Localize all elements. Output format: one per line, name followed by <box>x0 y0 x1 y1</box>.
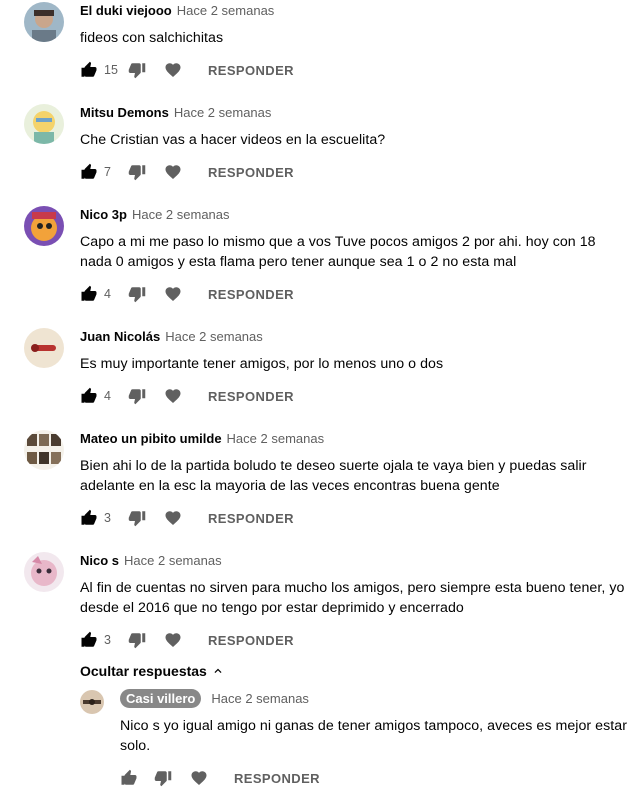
comment-text: Nico s yo igual amigo ni ganas de tener … <box>120 718 627 754</box>
comment-text: Che Cristian vas a hacer videos en la es… <box>80 132 386 148</box>
thumbs-up-icon[interactable] <box>80 61 98 79</box>
like-count: 15 <box>104 63 118 77</box>
comment-text: Bien ahi lo de la partida boludo te dese… <box>80 458 587 494</box>
reply-button[interactable]: RESPONDER <box>208 389 294 404</box>
thumbs-up-icon[interactable] <box>80 631 98 649</box>
thumbs-up-icon[interactable] <box>80 285 98 303</box>
avatar[interactable] <box>24 104 64 144</box>
heart-icon[interactable] <box>164 285 182 303</box>
thumbs-down-icon[interactable] <box>128 509 146 527</box>
avatar[interactable] <box>24 2 64 42</box>
like-count: 7 <box>104 165 111 179</box>
reply-button[interactable]: RESPONDER <box>208 63 294 78</box>
author-name[interactable]: Mitsu Demons <box>80 105 169 120</box>
comment-timestamp[interactable]: Hace 2 semanas <box>124 553 222 568</box>
author-name[interactable]: Mateo un pibito umilde <box>80 431 222 446</box>
comment-text: Capo a mi me paso lo mismo que a vos Tuv… <box>80 234 596 270</box>
heart-icon[interactable] <box>164 509 182 527</box>
author-badge[interactable]: Casi villero <box>120 689 202 708</box>
author-name[interactable]: Nico s <box>80 553 119 568</box>
comment-timestamp[interactable]: Hace 2 semanas <box>165 329 263 344</box>
thumbs-down-icon[interactable] <box>128 631 146 649</box>
reply-button[interactable]: RESPONDER <box>234 771 320 786</box>
avatar[interactable] <box>80 690 104 714</box>
thumbs-up-icon[interactable] <box>120 769 138 787</box>
thumbs-down-icon[interactable] <box>128 387 146 405</box>
comment-timestamp[interactable]: Hace 2 semanas <box>174 105 272 120</box>
thumbs-up-icon[interactable] <box>80 387 98 405</box>
thumbs-down-icon[interactable] <box>128 61 146 79</box>
like-count: 3 <box>104 633 111 647</box>
reply-button[interactable]: RESPONDER <box>208 165 294 180</box>
comment-timestamp[interactable]: Hace 2 semanas <box>132 207 230 222</box>
heart-icon[interactable] <box>164 61 182 79</box>
thumbs-up-icon[interactable] <box>80 509 98 527</box>
comment-timestamp[interactable]: Hace 2 semanas <box>211 691 309 706</box>
avatar[interactable] <box>24 552 64 592</box>
like-count: 4 <box>104 287 111 301</box>
comment-timestamp[interactable]: Hace 2 semanas <box>177 3 275 18</box>
chevron-up-icon <box>211 664 225 678</box>
heart-icon[interactable] <box>164 163 182 181</box>
heart-icon[interactable] <box>164 387 182 405</box>
comment-text: fideos con salchichitas <box>80 30 224 46</box>
heart-icon[interactable] <box>164 631 182 649</box>
avatar[interactable] <box>24 206 64 246</box>
comment-text: Es muy importante tener amigos, por lo m… <box>80 356 444 372</box>
comment-text: Al fin de cuentas no sirven para mucho l… <box>80 580 625 616</box>
thumbs-down-icon[interactable] <box>128 285 146 303</box>
hide-replies-label: Ocultar respuestas <box>80 663 207 679</box>
thumbs-up-icon[interactable] <box>80 163 98 181</box>
author-name[interactable]: Nico 3p <box>80 207 127 222</box>
author-name[interactable]: El duki viejooo <box>80 3 172 18</box>
reply-button[interactable]: RESPONDER <box>208 633 294 648</box>
thumbs-down-icon[interactable] <box>128 163 146 181</box>
thumbs-down-icon[interactable] <box>154 769 172 787</box>
reply-button[interactable]: RESPONDER <box>208 287 294 302</box>
comment-timestamp[interactable]: Hace 2 semanas <box>227 431 325 446</box>
hide-replies-button[interactable]: Ocultar respuestas <box>80 663 225 679</box>
reply-button[interactable]: RESPONDER <box>208 511 294 526</box>
like-count: 3 <box>104 511 111 525</box>
author-name[interactable]: Juan Nicolás <box>80 329 160 344</box>
avatar[interactable] <box>24 430 64 470</box>
like-count: 4 <box>104 389 111 403</box>
heart-icon[interactable] <box>190 769 208 787</box>
avatar[interactable] <box>24 328 64 368</box>
